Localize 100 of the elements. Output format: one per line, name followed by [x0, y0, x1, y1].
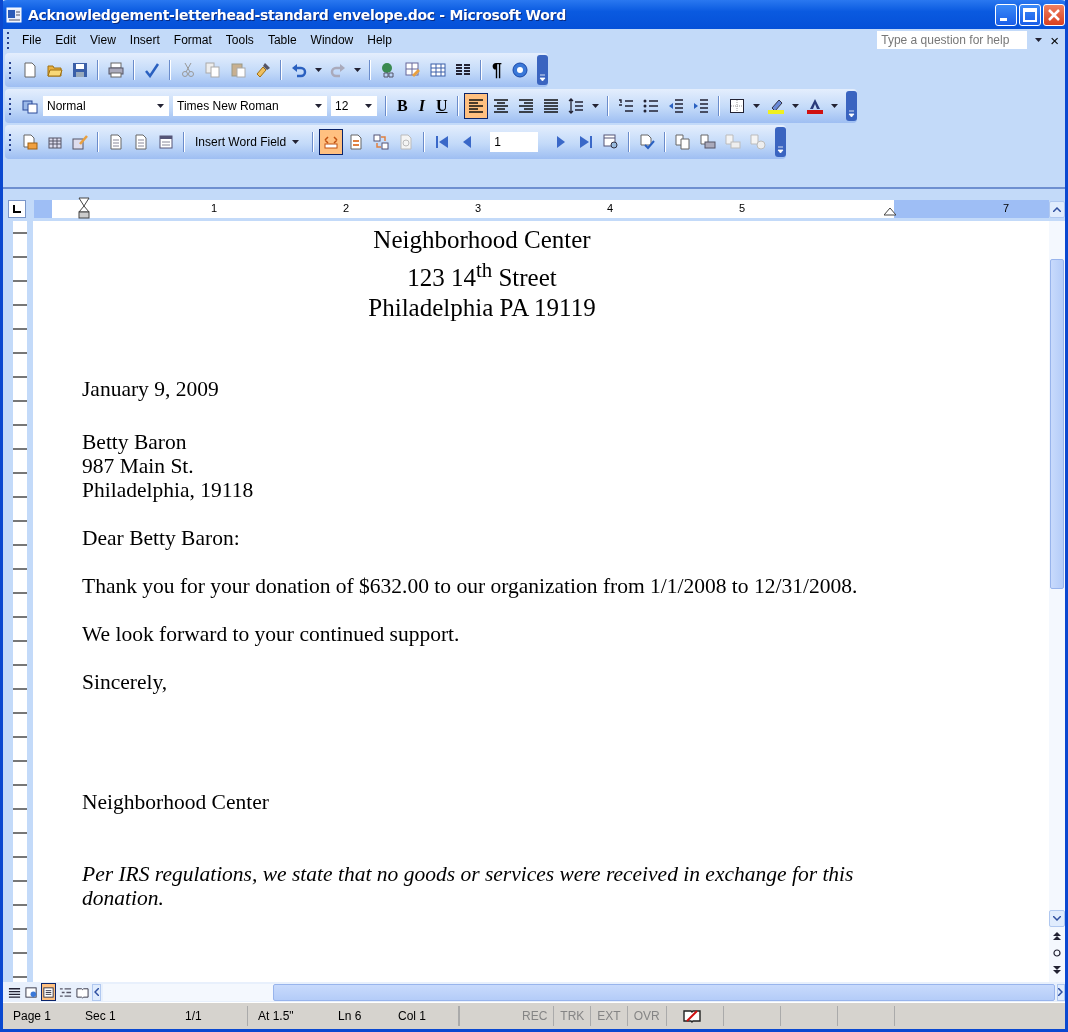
line-spacing-icon[interactable] — [568, 98, 585, 114]
highlighter-icon[interactable] — [768, 98, 785, 114]
dropdown-arrow-icon[interactable] — [354, 68, 361, 72]
menu-item[interactable]: Tools — [218, 31, 261, 49]
toolbar-grip-icon[interactable] — [9, 133, 12, 151]
help-search-field[interactable]: Type a question for help — [877, 31, 1028, 49]
bulleted-list-icon[interactable] — [643, 98, 660, 114]
dropdown-arrow-icon[interactable] — [831, 104, 839, 108]
ruler-number: 3 — [474, 202, 482, 214]
help-icon[interactable] — [512, 62, 528, 78]
dropdown-arrow-icon[interactable] — [1035, 38, 1043, 42]
spelling-status-icon[interactable] — [682, 1009, 701, 1023]
letter-paragraph: Dear Betty Baron: — [82, 526, 241, 551]
insert-word-field-button[interactable]: Insert Word Field — [190, 135, 308, 149]
field-document-icon[interactable] — [348, 134, 365, 150]
menu-item[interactable]: Table — [260, 31, 304, 49]
font-size-dropdown[interactable]: 12 — [331, 96, 377, 116]
checkmark-icon[interactable] — [144, 62, 160, 78]
record-field[interactable]: 1 — [490, 132, 539, 152]
horizontal-scrollbar[interactable] — [102, 983, 1055, 1001]
indent-marker-icon[interactable] — [78, 197, 90, 219]
dropdown-arrow-icon[interactable] — [753, 104, 761, 108]
scroll-down-button[interactable] — [1049, 910, 1065, 927]
paintbrush-icon[interactable] — [255, 62, 271, 78]
new-document-icon[interactable] — [22, 62, 38, 78]
form-icon[interactable] — [158, 134, 174, 150]
font-dropdown[interactable]: Times New Roman — [173, 96, 327, 116]
menu-item[interactable]: View — [83, 31, 123, 49]
status-text: At 1.5" — [257, 1008, 295, 1025]
italic-button[interactable]: I — [413, 97, 430, 115]
close-document-button[interactable]: × — [1048, 31, 1061, 49]
toolbar-options-icon[interactable] — [775, 127, 787, 157]
match-fields-icon[interactable] — [373, 134, 390, 150]
style-dropdown[interactable]: Normal — [43, 96, 169, 116]
letterhead-line: Philadelphia PA 19119 — [367, 293, 597, 324]
toolbar-options-icon[interactable] — [846, 91, 858, 121]
document-lines-icon[interactable] — [133, 134, 149, 150]
merge-to-document-icon[interactable] — [675, 134, 692, 150]
merged-data-icon — [323, 134, 340, 150]
dropdown-arrow-icon[interactable] — [592, 104, 600, 108]
toolbar-options-icon[interactable] — [537, 55, 548, 85]
maximize-button[interactable] — [1019, 3, 1041, 26]
find-record-icon[interactable] — [603, 134, 620, 150]
letterhead-line: Neighborhood Center — [372, 225, 592, 255]
underline-button[interactable]: U — [430, 97, 453, 115]
view-merged-data-button[interactable] — [319, 129, 344, 155]
letter-paragraph: We look forward to your continued support. — [82, 622, 461, 647]
double-down-arrow-icon — [1053, 965, 1061, 974]
menu-item[interactable]: Edit — [48, 31, 84, 49]
dropdown-arrow-icon[interactable] — [315, 68, 322, 72]
printer-icon[interactable] — [108, 62, 124, 78]
globe-link-icon[interactable] — [380, 62, 396, 78]
status-text: Page 1 — [12, 1008, 53, 1025]
border-icon[interactable] — [729, 98, 746, 114]
close-button[interactable] — [1043, 3, 1065, 26]
horizontal-ruler[interactable]: 1 2 3 4 5 7 — [34, 200, 1049, 218]
scroll-thumb[interactable] — [1050, 259, 1064, 589]
vertical-scrollbar[interactable] — [1049, 221, 1065, 982]
toolbar-grip-icon[interactable] — [9, 97, 12, 115]
menu-item[interactable]: File — [15, 31, 49, 49]
show-hide-button[interactable]: ¶ — [487, 59, 507, 81]
toolbar-grip-icon[interactable] — [9, 61, 12, 79]
toolbar-grip-icon[interactable] — [7, 31, 10, 49]
scroll-right-button[interactable] — [1056, 983, 1065, 1001]
bold-button[interactable]: B — [392, 97, 413, 115]
tab-selector-button[interactable] — [8, 200, 26, 218]
status-text: 1/1 — [175, 1006, 248, 1026]
menu-item[interactable]: Insert — [122, 31, 167, 49]
menu-item[interactable]: Format — [166, 31, 219, 49]
status-text: Col 1 — [388, 1006, 459, 1026]
align-left-button[interactable] — [464, 93, 489, 119]
decrease-indent-icon[interactable] — [668, 98, 685, 114]
grid-icon[interactable] — [47, 134, 63, 150]
last-record-icon[interactable] — [578, 134, 595, 150]
window-title: Acknowledgement-letterhead-standard envelope.doc - Microsoft Word — [28, 6, 567, 23]
menu-item[interactable]: Window — [303, 31, 361, 49]
print-view-button[interactable] — [41, 983, 56, 1001]
minimize-button[interactable] — [995, 3, 1017, 26]
disclaimer-note: Per IRS regulations, we state that no goods or services were received in exchange for this donation. — [82, 862, 855, 911]
menu-item[interactable]: Help — [360, 31, 399, 49]
scroll-left-button[interactable] — [92, 983, 101, 1001]
font-color-icon[interactable] — [807, 98, 824, 114]
increase-indent-icon[interactable] — [693, 98, 710, 114]
dropdown-arrow-icon[interactable] — [792, 104, 800, 108]
merge-to-printer-icon[interactable] — [700, 134, 717, 150]
folder-icon[interactable] — [47, 62, 63, 78]
scroll-up-button[interactable] — [1049, 200, 1065, 218]
scroll-thumb[interactable] — [272, 983, 1055, 1001]
columns-icon[interactable] — [455, 62, 471, 78]
undo-icon[interactable] — [291, 62, 307, 78]
letter-icon[interactable] — [22, 134, 38, 150]
right-indent-marker-icon[interactable] — [884, 208, 896, 216]
first-record-icon[interactable] — [434, 134, 451, 150]
document-lines-icon[interactable] — [108, 134, 124, 150]
table-icon[interactable] — [430, 62, 446, 78]
styles-icon[interactable] — [22, 98, 38, 114]
check-document-icon[interactable] — [639, 134, 656, 150]
numbered-list-icon[interactable] — [618, 98, 635, 114]
letter-paragraph: January 9, 2009 — [82, 377, 220, 402]
table-pencil-icon[interactable] — [405, 62, 421, 78]
